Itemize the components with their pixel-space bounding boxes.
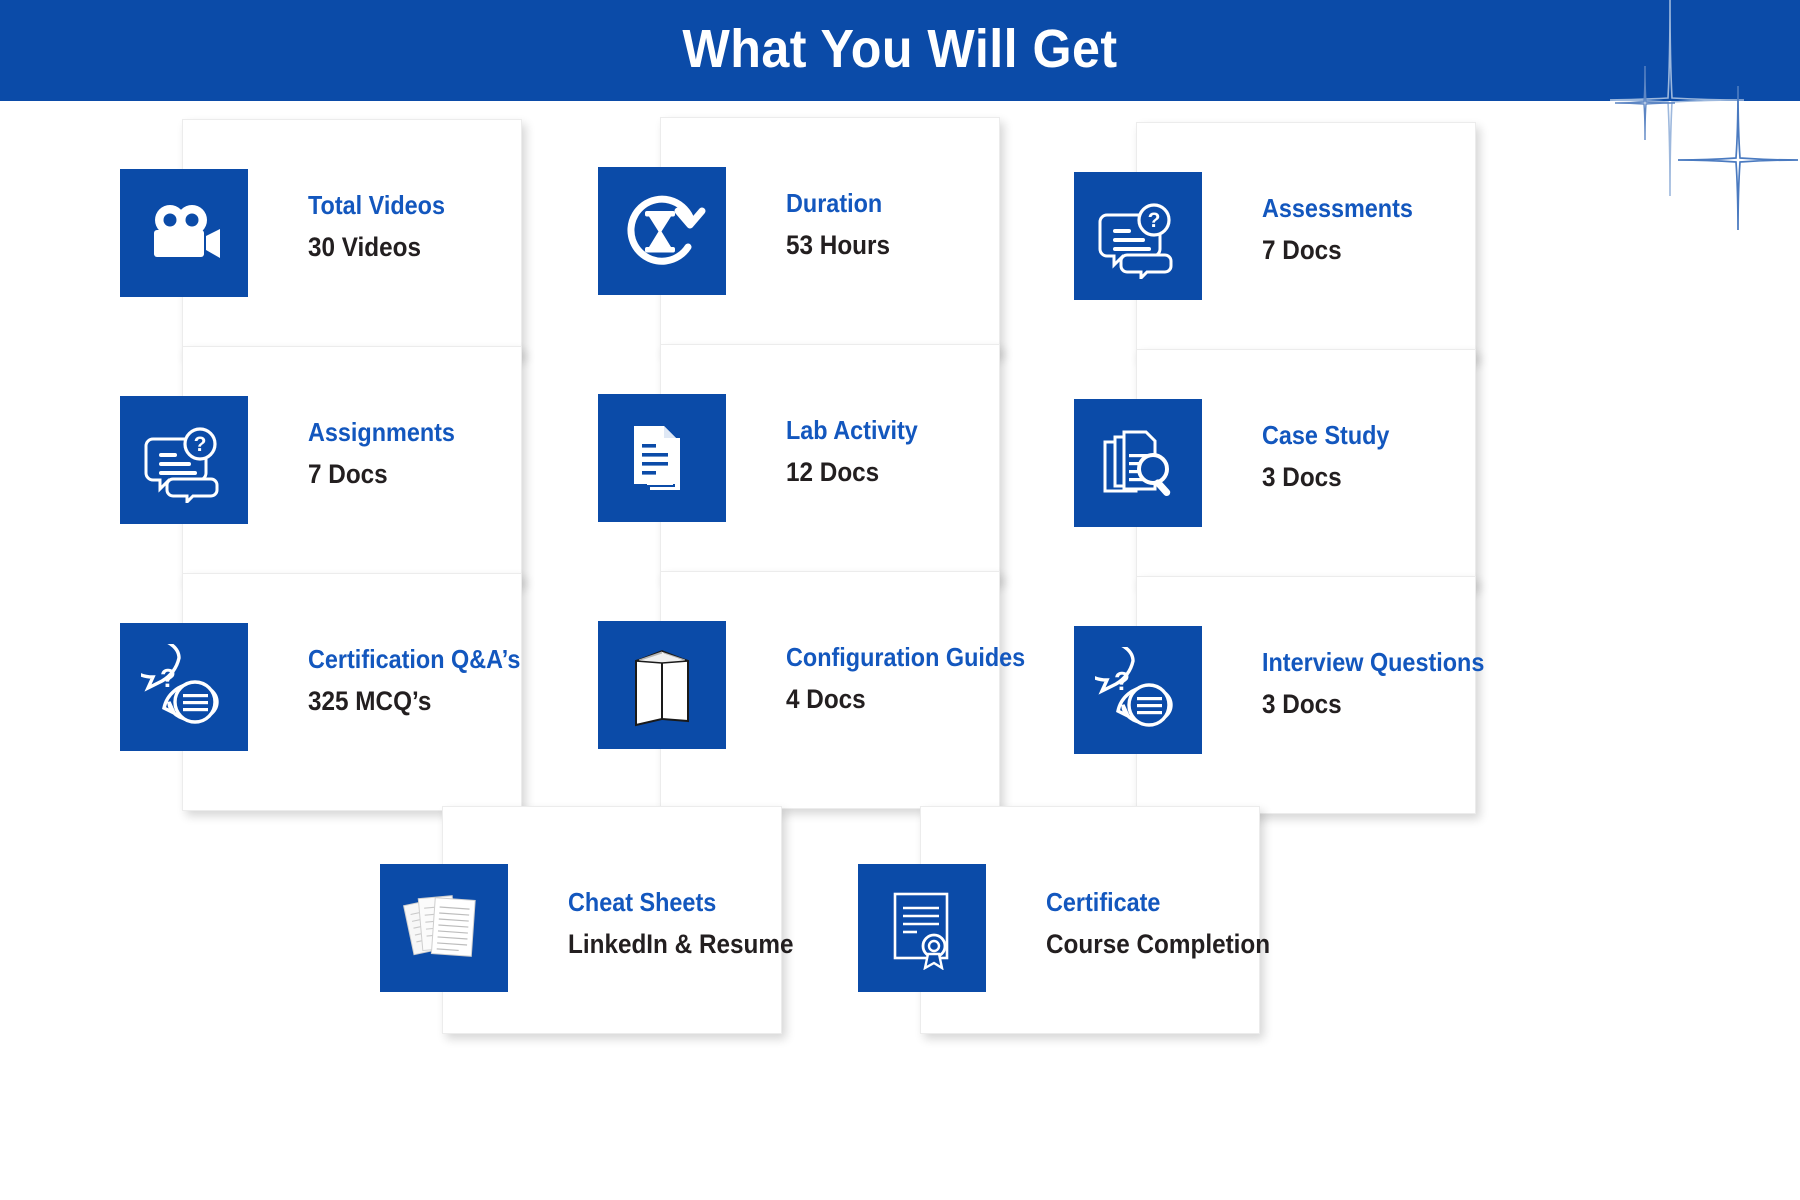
card-value: 53 Hours — [786, 230, 890, 261]
card-title: Lab Activity — [786, 415, 918, 445]
card-value: 7 Docs — [308, 459, 388, 490]
card-value: 7 Docs — [1262, 235, 1342, 266]
hourglass-refresh-icon — [598, 167, 726, 295]
card-configuration-guides[interactable]: Configuration Guides 4 Docs — [598, 571, 1025, 809]
card-title: Total Videos — [308, 190, 445, 220]
page-title: What You Will Get — [682, 18, 1118, 79]
card-text-block: Lab Activity 12 Docs — [786, 415, 1046, 488]
card-assignments[interactable]: ? Assignments 7 Docs — [120, 346, 522, 584]
card-text-block: Cheat Sheets LinkedIn & Resume — [568, 887, 898, 960]
svg-text:?: ? — [1148, 209, 1161, 232]
card-certificate[interactable]: Certificate Course Completion — [858, 806, 1270, 1034]
video-camera-icon — [120, 169, 248, 297]
card-total-videos[interactable]: Total Videos 30 Videos — [120, 119, 522, 357]
card-text-block: Assignments 7 Docs — [308, 417, 568, 490]
card-duration[interactable]: Duration 53 Hours — [598, 117, 1000, 355]
card-value: 3 Docs — [1262, 689, 1342, 720]
benefits-grid: Total Videos 30 Videos Duration 53 Hours — [0, 101, 1800, 1200]
card-text-block: Total Videos 30 Videos — [308, 190, 568, 263]
card-value: 30 Videos — [308, 232, 422, 263]
chat-question-icon: ? — [1074, 172, 1202, 300]
card-title: Configuration Guides — [786, 642, 1026, 672]
card-text-block: Case Study 3 Docs — [1262, 420, 1592, 493]
documents-magnifier-icon — [1074, 399, 1202, 527]
card-text-block: Configuration Guides 4 Docs — [786, 642, 1116, 715]
card-title: Case Study — [1262, 420, 1390, 450]
card-certification-qa[interactable]: ? Certification Q&A’s 325 MCQ’s — [120, 573, 522, 811]
card-text-block: Duration 53 Hours — [786, 188, 1046, 261]
card-title: Duration — [786, 188, 883, 218]
card-value: 3 Docs — [1262, 462, 1342, 493]
card-interview-questions[interactable]: ? Interview Questions 3 Docs — [1074, 576, 1484, 814]
card-title: Cheat Sheets — [568, 887, 717, 917]
card-title: Assessments — [1262, 193, 1413, 223]
card-lab-activity[interactable]: Lab Activity 12 Docs — [598, 344, 1000, 582]
card-title: Certificate — [1046, 887, 1161, 917]
svg-text:?: ? — [1114, 666, 1130, 696]
card-text-block: Certificate Course Completion — [1046, 887, 1376, 960]
card-cheat-sheets[interactable]: Cheat Sheets LinkedIn & Resume — [380, 806, 794, 1034]
card-title: Certification Q&A’s — [308, 644, 521, 674]
card-title: Assignments — [308, 417, 455, 447]
stacked-documents-icon — [598, 394, 726, 522]
svg-text:?: ? — [194, 433, 207, 456]
card-case-study[interactable]: Case Study 3 Docs — [1074, 349, 1476, 587]
card-value: 4 Docs — [786, 684, 866, 715]
speech-bubbles-question-icon: ? — [120, 623, 248, 751]
chat-question-icon: ? — [120, 396, 248, 524]
card-assessments[interactable]: ? Assessments 7 Docs — [1074, 122, 1476, 360]
svg-text:?: ? — [160, 663, 176, 693]
card-value: Course Completion — [1046, 929, 1271, 960]
card-value: LinkedIn & Resume — [568, 929, 794, 960]
card-text-block: Interview Questions 3 Docs — [1262, 647, 1592, 720]
paper-sheets-icon — [380, 864, 508, 992]
card-title: Interview Questions — [1262, 647, 1485, 677]
page-header: What You Will Get — [0, 0, 1800, 101]
card-text-block: Assessments 7 Docs — [1262, 193, 1592, 266]
card-value: 325 MCQ’s — [308, 686, 432, 717]
card-text-block: Certification Q&A’s 325 MCQ’s — [308, 644, 638, 717]
card-value: 12 Docs — [786, 457, 880, 488]
